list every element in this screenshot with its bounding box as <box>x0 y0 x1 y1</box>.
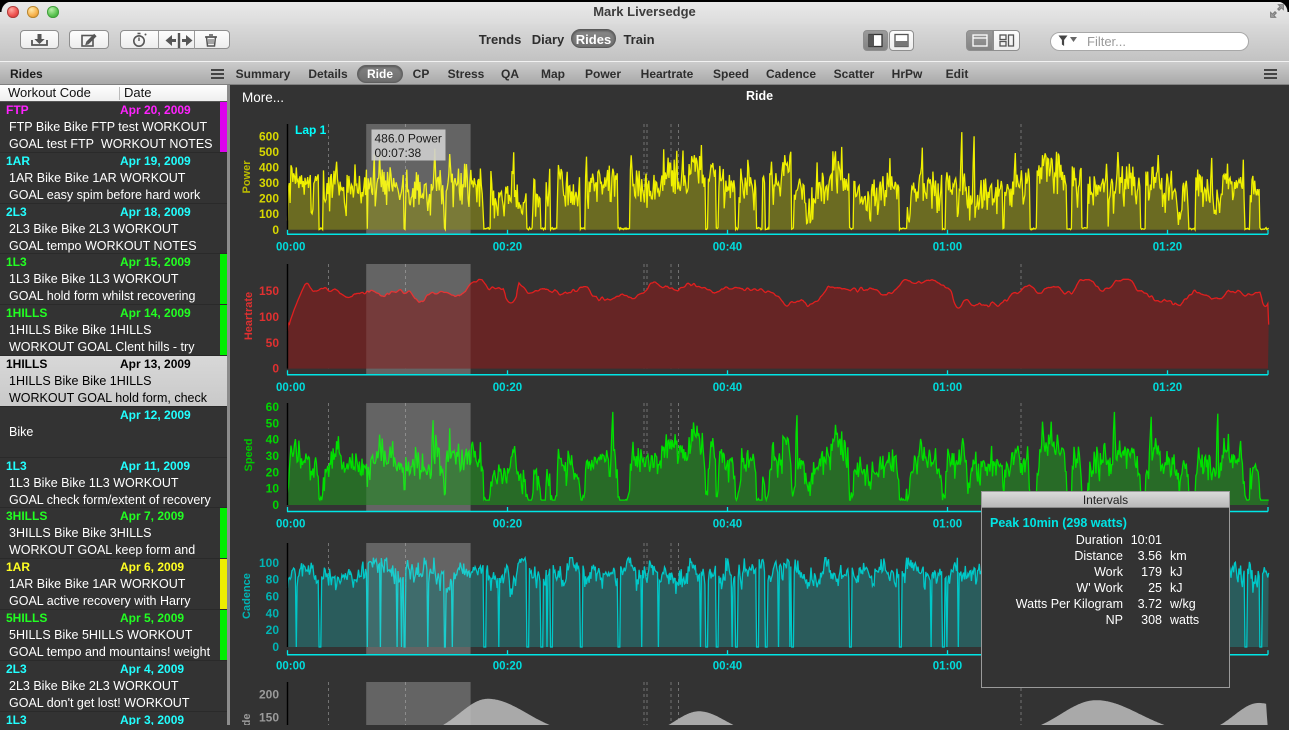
svg-text:150: 150 <box>259 284 279 298</box>
svg-text:0: 0 <box>272 640 279 654</box>
svg-text:Altitude: Altitude <box>241 714 253 725</box>
svg-text:00:40: 00:40 <box>713 382 742 394</box>
svg-text:100: 100 <box>259 207 279 221</box>
svg-text:00:20: 00:20 <box>493 241 522 253</box>
svg-text:500: 500 <box>259 145 279 159</box>
svg-text:200: 200 <box>259 192 279 206</box>
svg-text:400: 400 <box>259 161 279 175</box>
svg-text:01:00: 01:00 <box>933 519 962 531</box>
svg-text:00:00: 00:00 <box>276 241 305 253</box>
svg-text:00:00: 00:00 <box>276 519 305 531</box>
svg-text:60: 60 <box>266 589 280 603</box>
svg-text:01:20: 01:20 <box>1153 382 1182 394</box>
svg-text:00:20: 00:20 <box>493 519 522 531</box>
svg-text:00:20: 00:20 <box>493 661 522 673</box>
svg-text:80: 80 <box>266 573 280 587</box>
svg-text:01:00: 01:00 <box>933 241 962 253</box>
svg-text:00:20: 00:20 <box>493 382 522 394</box>
svg-text:50: 50 <box>266 336 280 350</box>
svg-text:200: 200 <box>259 688 279 702</box>
svg-text:0: 0 <box>272 362 279 376</box>
svg-text:00:00: 00:00 <box>276 661 305 673</box>
svg-text:Heartrate: Heartrate <box>243 292 255 340</box>
svg-text:Power: Power <box>241 160 253 194</box>
svg-text:20: 20 <box>266 623 280 637</box>
svg-text:00:40: 00:40 <box>713 661 742 673</box>
svg-text:60: 60 <box>266 400 280 414</box>
svg-text:20: 20 <box>266 465 280 479</box>
svg-text:01:20: 01:20 <box>1153 241 1182 253</box>
svg-text:150: 150 <box>259 711 279 725</box>
svg-text:600: 600 <box>259 129 279 143</box>
svg-text:30: 30 <box>266 449 280 463</box>
svg-text:00:00: 00:00 <box>276 382 305 394</box>
svg-text:00:40: 00:40 <box>713 241 742 253</box>
svg-text:100: 100 <box>259 556 279 570</box>
svg-text:00:07:38: 00:07:38 <box>375 146 422 160</box>
svg-text:Speed: Speed <box>243 438 255 471</box>
svg-text:01:00: 01:00 <box>933 382 962 394</box>
svg-text:Cadence: Cadence <box>241 573 253 619</box>
svg-text:100: 100 <box>259 310 279 324</box>
svg-text:0: 0 <box>272 498 279 512</box>
svg-text:0: 0 <box>272 223 279 237</box>
svg-text:50: 50 <box>266 416 280 430</box>
svg-text:40: 40 <box>266 433 280 447</box>
svg-text:Lap 1: Lap 1 <box>295 123 327 137</box>
svg-text:300: 300 <box>259 176 279 190</box>
svg-text:40: 40 <box>266 606 280 620</box>
svg-text:01:00: 01:00 <box>933 661 962 673</box>
svg-text:486.0 Power: 486.0 Power <box>375 132 442 146</box>
svg-text:10: 10 <box>266 482 280 496</box>
svg-text:00:40: 00:40 <box>713 519 742 531</box>
